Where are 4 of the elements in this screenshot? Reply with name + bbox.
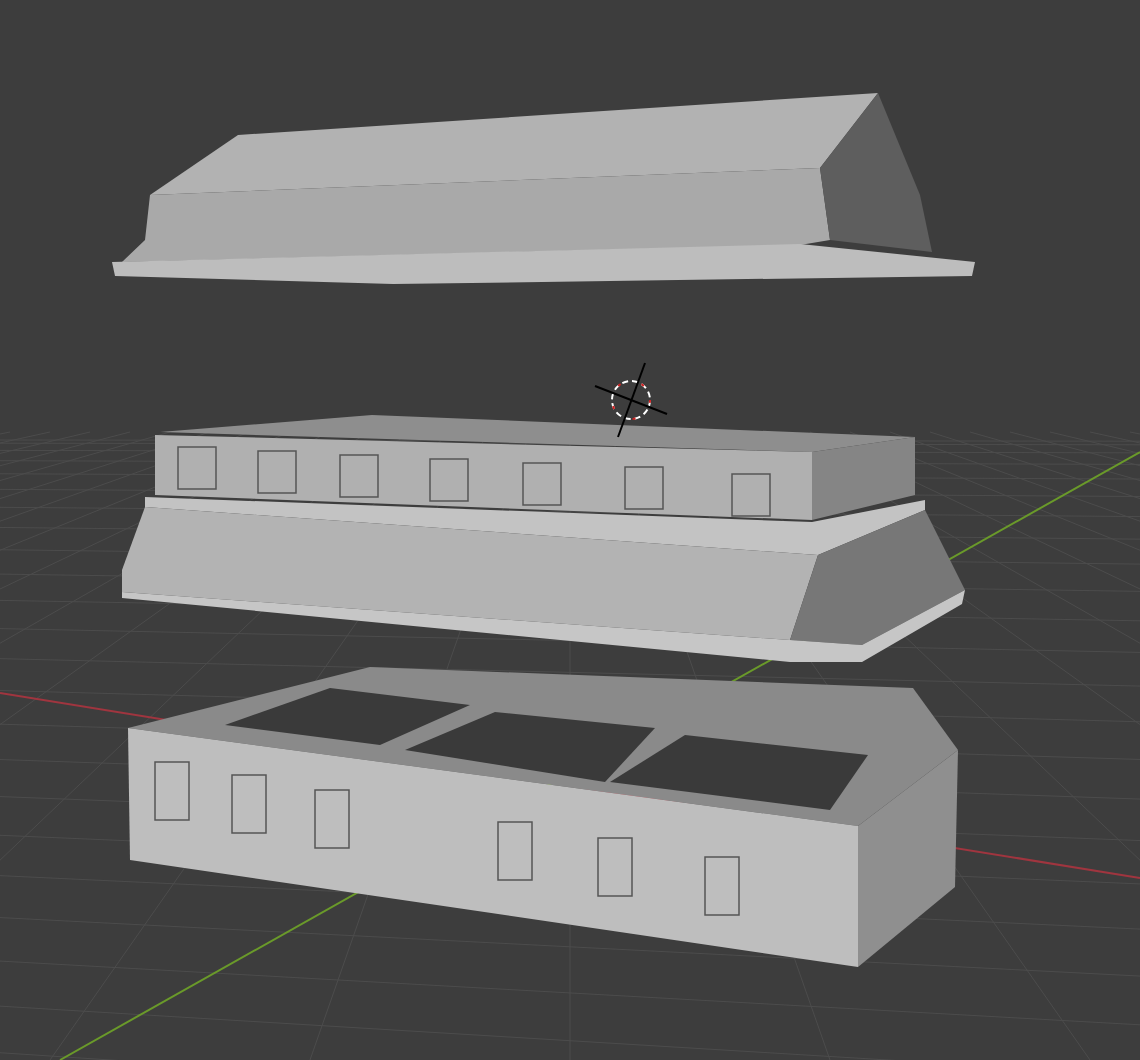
- lid-drawing[interactable]: [112, 93, 975, 284]
- 3d-cursor-icon[interactable]: [594, 362, 668, 438]
- tray-drawing[interactable]: [128, 667, 958, 967]
- box-drawing[interactable]: [122, 415, 965, 662]
